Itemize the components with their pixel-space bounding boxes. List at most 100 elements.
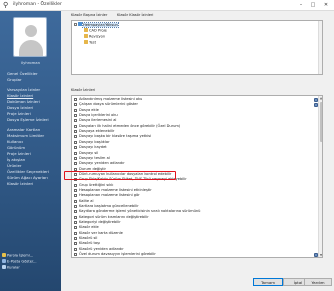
permission-checkbox[interactable] bbox=[74, 205, 77, 208]
sidebar-link-file-mapping[interactable]: Dosya Eşleme İzinleri bbox=[7, 117, 49, 122]
permission-row[interactable]: Kategori sürüm kısmlarını değiştirebilir bbox=[72, 215, 320, 220]
permission-checkbox[interactable] bbox=[74, 156, 77, 160]
sidebar-link-workflows[interactable]: İş akışları bbox=[7, 157, 25, 162]
sidebar-link-property-options[interactable]: Özellikler Seçenekleri bbox=[7, 169, 49, 174]
sidebar-link-products[interactable]: Ürünler bbox=[7, 163, 21, 168]
permission-row[interactable]: Dosyayı teslim al bbox=[72, 156, 320, 161]
folder-icon bbox=[84, 28, 88, 32]
help-button[interactable]: Yardım bbox=[304, 278, 332, 286]
tree-scrollbar[interactable] bbox=[318, 21, 322, 74]
tree-node-label: Test bbox=[89, 40, 97, 45]
sidebar-link-project-permissions[interactable]: Proje İzinleri bbox=[7, 111, 31, 116]
sidebar-link-user[interactable]: Kullanıcı bbox=[7, 139, 23, 144]
permission-checkbox[interactable] bbox=[74, 119, 77, 123]
permission-row[interactable]: Dosyayı başka bir klasöre taşıma yetkisi bbox=[72, 134, 320, 139]
rules-link[interactable]: Kuralar bbox=[2, 265, 20, 271]
permission-row[interactable]: Klasör ver karta düzenle bbox=[72, 231, 320, 236]
scroll-thumb[interactable] bbox=[319, 102, 322, 142]
permission-row[interactable]: Adlandırılmış malzeme listesini oku bbox=[72, 97, 320, 102]
permission-row[interactable]: Dosyayı başlıklar bbox=[72, 140, 320, 145]
permission-row[interactable]: Hesaplanan malzeme listesini etkinleştir bbox=[72, 188, 320, 193]
maximize-button[interactable]: □ bbox=[308, 1, 318, 9]
permission-checkbox[interactable] bbox=[74, 114, 77, 118]
tree-node-cad-proje[interactable]: CAD Proje bbox=[84, 28, 107, 34]
sidebar-link-folder-permissions-2[interactable]: Klasör İzinleri bbox=[7, 181, 33, 186]
permission-row[interactable]: Kalite al bbox=[72, 199, 320, 204]
permission-checkbox[interactable] bbox=[74, 188, 77, 192]
permission-row[interactable]: Özel durum davasıyyın işlemlerini görebi… bbox=[72, 252, 320, 257]
permission-row[interactable]: Dosyayı sil bbox=[72, 151, 320, 156]
permission-label: Dosyaları ilk halini etmeden önce görebi… bbox=[79, 123, 181, 128]
show-email-link[interactable]: E-Posta Göster... bbox=[2, 259, 36, 265]
permission-label: Dosya içeriklerini oku bbox=[79, 113, 118, 118]
sidebar-link-folder-permissions[interactable]: Klasör İzinleri bbox=[7, 93, 33, 98]
permission-row[interactable]: Klasörü taşı bbox=[72, 241, 320, 246]
permission-checkbox[interactable] bbox=[74, 226, 77, 230]
permission-checkbox[interactable] bbox=[74, 221, 77, 225]
permission-row[interactable]: Dosyaya eklenebilir bbox=[72, 129, 320, 134]
permission-row[interactable]: Dosya ilerlemesini al bbox=[72, 118, 320, 123]
close-button[interactable]: ✕ bbox=[321, 1, 331, 9]
permissions-scrollbar[interactable]: ▲ ▼ bbox=[318, 96, 322, 257]
sidebar-link-groups[interactable]: Gruplar bbox=[7, 77, 22, 82]
change-password-link[interactable]: Parola İşlemi... bbox=[2, 253, 33, 259]
permission-label: Dosyayı kaydet bbox=[79, 145, 107, 150]
permission-checkbox[interactable] bbox=[74, 151, 77, 155]
permission-checkbox[interactable] bbox=[74, 215, 77, 219]
sidebar-link-default-permissions[interactable]: Varsayılan İzinler bbox=[7, 87, 40, 92]
permission-checkbox[interactable] bbox=[74, 103, 77, 107]
permission-checkbox[interactable] bbox=[74, 124, 77, 128]
tree-node-revizyon[interactable]: Revizyon bbox=[84, 34, 105, 40]
permission-row[interactable]: Kategoriyi değiştirebilir bbox=[72, 220, 320, 225]
permission-row[interactable]: Dosyaları ilk halini etmeden önce görebi… bbox=[72, 124, 320, 129]
permission-row[interactable]: Çalışan dosya sürümlerini göster bbox=[72, 102, 320, 107]
sidebar-link-file-permissions[interactable]: Dosya İzinleri bbox=[7, 105, 33, 110]
sidebar-link-version-tree[interactable]: Sürüm Ağacı Ayarları bbox=[7, 175, 48, 180]
permission-checkbox[interactable] bbox=[74, 253, 77, 257]
ok-button[interactable]: Tamam bbox=[253, 278, 283, 286]
permission-checkbox[interactable] bbox=[74, 146, 77, 150]
permission-label: Grup ürettiğini sıklı bbox=[79, 182, 114, 187]
sidebar-link-general[interactable]: Genel Özellikler bbox=[7, 71, 38, 76]
collapse-toggle-icon[interactable] bbox=[74, 22, 77, 26]
sidebar-link-project-permissions-2[interactable]: Proje İzinleri bbox=[7, 151, 31, 156]
tree-node-root[interactable]: Hetmpaylar/Yöksun bbox=[74, 21, 119, 28]
minimize-button[interactable]: – bbox=[296, 1, 306, 9]
permission-row[interactable]: Dosyayı kaydet bbox=[72, 145, 320, 150]
permission-label: Dosyayı başka bir klasöre taşıma yetkisi bbox=[79, 134, 152, 139]
scroll-down-icon[interactable]: ▼ bbox=[319, 253, 322, 257]
permission-checkbox[interactable] bbox=[74, 135, 77, 139]
permission-label: Kartlara başlatma güncellenebilir bbox=[79, 204, 139, 208]
permission-row[interactable]: Dosyayı yeniden adlandır bbox=[72, 161, 320, 166]
sidebar-link-search-cards[interactable]: Aramalar Kartları bbox=[7, 127, 40, 132]
folder-tree[interactable]: Hetmpaylar/Yöksun CAD Proje Revizyon Tes… bbox=[71, 20, 323, 75]
sidebar-link-view[interactable]: Görünüm bbox=[7, 145, 25, 150]
permission-label: Dosyayı sil bbox=[79, 150, 99, 155]
permission-checkbox[interactable] bbox=[74, 199, 77, 203]
permission-checkbox[interactable] bbox=[74, 162, 77, 166]
sidebar-link-document-permissions[interactable]: Doküman İzinleri bbox=[7, 99, 40, 104]
permission-checkbox[interactable] bbox=[74, 247, 77, 251]
permission-checkbox[interactable] bbox=[74, 231, 77, 235]
permission-checkbox[interactable] bbox=[74, 237, 77, 241]
permission-row[interactable]: Kartlara başlatma güncellenebilir bbox=[72, 204, 320, 209]
permission-checkbox[interactable] bbox=[74, 130, 77, 134]
permission-checkbox[interactable] bbox=[74, 183, 77, 187]
scroll-up-icon[interactable]: ▲ bbox=[319, 96, 322, 100]
permission-checkbox[interactable] bbox=[74, 242, 77, 246]
permission-row[interactable]: Dosya içeriklerini oku bbox=[72, 113, 320, 118]
permission-checkbox[interactable] bbox=[74, 210, 77, 214]
permission-row[interactable]: Klasörü sil bbox=[72, 236, 320, 241]
permission-row[interactable]: Hesaplanan malzeme listesini gör bbox=[72, 193, 320, 198]
tree-node-test[interactable]: Test bbox=[84, 40, 96, 46]
sidebar-link-max-limits[interactable]: Maksimum Limitler bbox=[7, 133, 44, 138]
permission-row[interactable]: Grup ürettiğini sıklı bbox=[72, 183, 320, 188]
permission-checkbox[interactable] bbox=[74, 98, 77, 101]
permission-row[interactable]: Dosya ekle bbox=[72, 108, 320, 113]
permission-checkbox[interactable] bbox=[74, 108, 77, 112]
permission-checkbox[interactable] bbox=[74, 194, 77, 198]
permission-row[interactable]: Klasör ekle bbox=[72, 225, 320, 230]
content-panel: Klasör Başına İzinler Klasör Klasör İzin… bbox=[63, 11, 334, 291]
permission-row[interactable]: Kayıtlara gönderme işlemi yöneticisinin … bbox=[72, 209, 320, 214]
permission-checkbox[interactable] bbox=[74, 140, 77, 144]
